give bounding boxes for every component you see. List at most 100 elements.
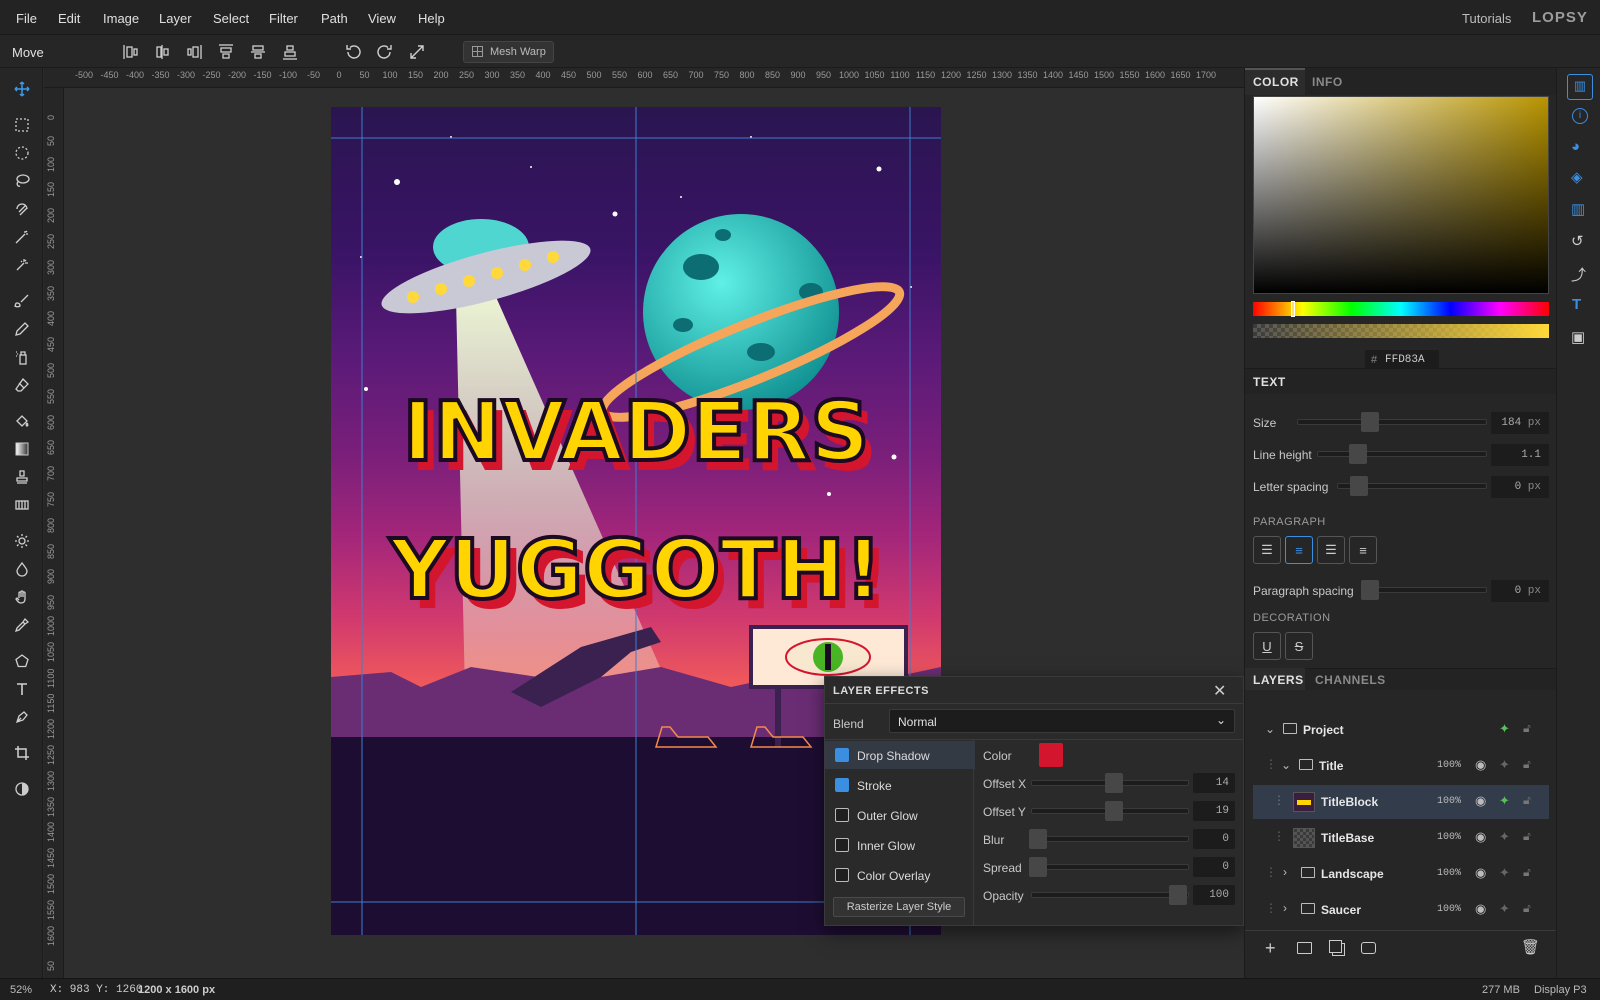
size-field[interactable]: 184 px — [1491, 412, 1549, 434]
align-text-center-icon[interactable]: ≡ — [1285, 536, 1313, 564]
brush-icon[interactable] — [10, 290, 34, 312]
pen-icon[interactable] — [10, 706, 34, 728]
fx-icon[interactable]: ✦ — [1499, 757, 1510, 773]
type-icon[interactable] — [10, 678, 34, 700]
line-height-field[interactable]: 1.1 — [1491, 444, 1549, 466]
hue-thumb[interactable] — [1291, 301, 1295, 317]
lock-icon[interactable]: 🔓︎ — [1523, 721, 1531, 736]
spread-field[interactable]: 0 — [1193, 857, 1235, 877]
tab-info[interactable]: INFO — [1312, 75, 1343, 89]
paragraph-spacing-thumb[interactable] — [1361, 580, 1379, 600]
offset-x-field[interactable]: 14 — [1193, 773, 1235, 793]
contrast-icon[interactable] — [10, 778, 34, 800]
layer-row-titlebase[interactable]: ⋮ TitleBase 100% ◉ ✦ 🔓︎ — [1253, 821, 1549, 855]
layers-icon[interactable]: ◈ — [1571, 168, 1583, 186]
strikethrough-button[interactable]: S — [1285, 632, 1313, 660]
lock-icon[interactable]: 🔓︎ — [1523, 901, 1531, 916]
magic-wand-icon[interactable] — [10, 226, 34, 248]
effect-outer-glow[interactable]: Outer Glow — [825, 801, 975, 829]
dodge-icon[interactable] — [10, 530, 34, 552]
lasso-icon[interactable] — [10, 170, 34, 192]
stamp-icon[interactable] — [10, 466, 34, 488]
crop-icon[interactable] — [10, 742, 34, 764]
chevron-down-icon[interactable]: ⌄ — [1281, 758, 1291, 772]
add-layer-icon[interactable]: + — [1265, 938, 1276, 959]
eye-icon[interactable]: ◉ — [1475, 865, 1486, 881]
mask-icon[interactable] — [1361, 942, 1376, 954]
chevron-right-icon[interactable]: › — [1283, 901, 1287, 915]
menu-path[interactable]: Path — [321, 11, 348, 26]
offset-y-thumb[interactable] — [1105, 801, 1123, 821]
fx-icon[interactable]: ✦ — [1499, 901, 1510, 917]
effect-stroke[interactable]: Stroke — [825, 771, 975, 799]
line-height-thumb[interactable] — [1349, 444, 1367, 464]
text-panel-icon[interactable]: T — [1572, 296, 1581, 313]
lock-icon[interactable]: 🔓︎ — [1523, 865, 1531, 880]
channels-icon[interactable]: ▥ — [1571, 200, 1585, 218]
menu-edit[interactable]: Edit — [58, 11, 80, 26]
spread-slider[interactable] — [1031, 864, 1189, 870]
alpha-slider[interactable] — [1253, 324, 1549, 338]
chevron-right-icon[interactable]: › — [1283, 865, 1287, 879]
effect-color-overlay[interactable]: Color Overlay — [825, 861, 975, 889]
eye-icon[interactable]: ◉ — [1475, 829, 1486, 845]
hand-icon[interactable] — [10, 586, 34, 608]
menu-select[interactable]: Select — [213, 11, 249, 26]
duplicate-layer-icon[interactable] — [1329, 940, 1342, 953]
rect-select-icon[interactable] — [10, 114, 34, 136]
align-text-left-icon[interactable]: ☰ — [1253, 536, 1281, 564]
blend-select[interactable]: Normal ⌄ — [889, 709, 1235, 733]
size-thumb[interactable] — [1361, 412, 1379, 432]
hex-input[interactable]: # FFD83A — [1365, 350, 1439, 370]
menu-file[interactable]: File — [16, 11, 37, 26]
letter-spacing-field[interactable]: 0 px — [1491, 476, 1549, 498]
zoom-level[interactable]: 52% — [10, 984, 32, 996]
map-icon[interactable]: ▥ — [1567, 74, 1593, 100]
menu-view[interactable]: View — [368, 11, 396, 26]
align-text-justify-icon[interactable]: ≡ — [1349, 536, 1377, 564]
shadow-color-swatch[interactable] — [1039, 743, 1063, 767]
lock-icon[interactable]: 🔓︎ — [1523, 793, 1531, 808]
color-saturation-field[interactable] — [1253, 96, 1549, 294]
offset-x-thumb[interactable] — [1105, 773, 1123, 793]
align-text-right-icon[interactable]: ☰ — [1317, 536, 1345, 564]
letter-spacing-thumb[interactable] — [1350, 476, 1368, 496]
history-icon[interactable]: ↺ — [1571, 232, 1584, 250]
paragraph-spacing-slider[interactable] — [1363, 587, 1487, 593]
gradient-icon[interactable] — [10, 438, 34, 460]
align-buttons[interactable] — [122, 43, 302, 61]
fx-icon[interactable]: ✦ — [1499, 793, 1510, 809]
palette-icon[interactable]: ◕ — [1571, 138, 1580, 155]
opacity-field[interactable]: 100 — [1193, 885, 1235, 905]
fx-icon[interactable]: ✦ — [1499, 865, 1510, 881]
spread-thumb[interactable] — [1029, 857, 1047, 877]
move-tool-icon[interactable] — [10, 78, 34, 100]
tab-layers[interactable]: LAYERS — [1253, 673, 1304, 687]
drag-handle-icon[interactable]: ⋮ — [1265, 901, 1277, 915]
pencil-icon[interactable] — [10, 318, 34, 340]
effect-inner-glow[interactable]: Inner Glow — [825, 831, 975, 859]
spray-icon[interactable] — [10, 346, 34, 368]
layer-row-saucer[interactable]: ⋮ › Saucer 100% ◉ ✦ 🔓︎ — [1253, 893, 1549, 927]
size-slider[interactable] — [1297, 419, 1487, 425]
blur-drop-icon[interactable] — [10, 558, 34, 580]
layer-row-landscape[interactable]: ⋮ › Landscape 100% ◉ ✦ 🔓︎ — [1253, 857, 1549, 891]
eraser-icon[interactable] — [10, 374, 34, 396]
layer-row-project[interactable]: ⌄ Project ✦ 🔓︎ — [1253, 713, 1549, 747]
lock-icon[interactable]: 🔓︎ — [1523, 757, 1531, 772]
drag-handle-icon[interactable]: ⋮ — [1265, 865, 1277, 879]
transform-buttons[interactable] — [344, 43, 424, 61]
underline-button[interactable]: U — [1253, 632, 1281, 660]
fx-icon[interactable]: ✦ — [1499, 721, 1510, 737]
eye-icon[interactable]: ◉ — [1475, 757, 1486, 773]
rasterize-layer-style-button[interactable]: Rasterize Layer Style — [833, 897, 965, 917]
polygon-icon[interactable] — [10, 650, 34, 672]
chevron-down-icon[interactable]: ⌄ — [1265, 722, 1275, 736]
drag-handle-icon[interactable]: ⋮ — [1273, 829, 1285, 843]
paint-bucket-icon[interactable] — [10, 410, 34, 432]
paragraph-spacing-field[interactable]: 0 px — [1491, 580, 1549, 602]
fx-icon[interactable]: ✦ — [1499, 829, 1510, 845]
drop-shadow-checkbox[interactable] — [835, 748, 849, 762]
info-icon[interactable]: i — [1572, 108, 1588, 124]
image-icon[interactable]: ▣ — [1571, 328, 1585, 346]
